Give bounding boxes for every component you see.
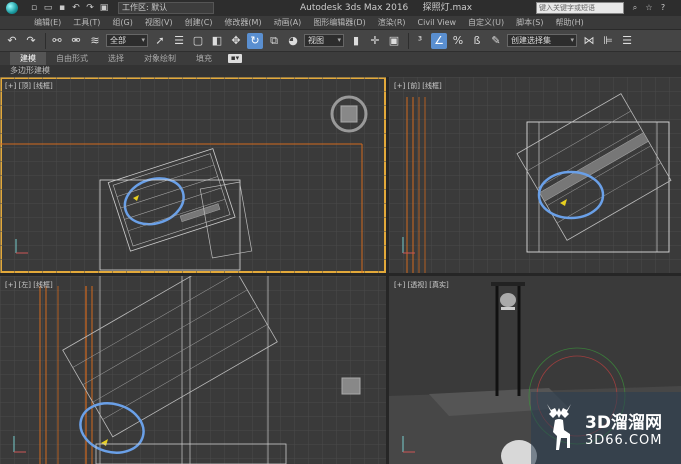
menu-customize[interactable]: 自定义(U) — [462, 17, 510, 28]
viewport-label[interactable]: [+] [左] [线框] — [5, 280, 53, 290]
menu-views[interactable]: 视图(V) — [139, 17, 179, 28]
menu-civil-view[interactable]: Civil View — [412, 18, 463, 27]
angle-snap-icon[interactable]: ∠ — [431, 32, 447, 49]
viewport-top[interactable]: [+] [顶] [线框] — [0, 77, 386, 273]
percent-snap-icon[interactable]: % — [450, 33, 466, 49]
named-selection-dropdown[interactable]: 创建选择集 — [507, 34, 577, 47]
snap-icon[interactable]: ³ — [412, 33, 428, 49]
main-toolbar: ↶ ↷ ⚯ ⚮ ≋ 全部 ➚ ☰ ▢ ◧ ✥ ↻ ⧉ ◕ 视图 ▮ ✛ ▣ ³ … — [0, 30, 681, 52]
quick-access-toolbar: ▫ ▭ ▪ ↶ ↷ ▣ — [28, 2, 110, 14]
watermark-brand: 3D溜溜网 — [585, 413, 662, 433]
viewport-label[interactable]: [+] [前] [线框] — [394, 81, 442, 91]
max-logo-icon — [6, 2, 18, 14]
open-file-icon[interactable]: ▭ — [42, 2, 54, 14]
edit-named-selection-icon[interactable]: ✎ — [488, 33, 504, 49]
placement-icon[interactable]: ◕ — [285, 33, 301, 49]
rect-region-icon[interactable]: ▢ — [190, 33, 206, 49]
new-file-icon[interactable]: ▫ — [28, 2, 40, 14]
menu-help[interactable]: 帮助(H) — [549, 17, 589, 28]
viewport-divider-vertical[interactable] — [386, 77, 389, 464]
select-icon[interactable]: ➚ — [152, 33, 168, 49]
ribbon-tabs: 建模 自由形式 选择 对象绘制 填充 ▪▾ — [0, 52, 681, 65]
viewport-front-canvas — [389, 77, 681, 273]
redo-icon[interactable]: ↷ — [23, 33, 39, 49]
menu-create[interactable]: 创建(C) — [179, 17, 219, 28]
unlink-icon[interactable]: ⚮ — [68, 33, 84, 49]
keyboard-shortcut-icon[interactable]: ▣ — [386, 33, 402, 49]
watermark: 3D溜溜网 3D66.COM — [531, 392, 681, 464]
viewport-front[interactable]: [+] [前] [线框] — [389, 77, 681, 273]
viewport-top-canvas — [0, 77, 386, 273]
spinner-snap-icon[interactable]: ß — [469, 33, 485, 49]
viewport-divider-horizontal[interactable] — [0, 273, 681, 276]
search-icon[interactable]: ⌕ — [630, 2, 640, 14]
window-crossing-icon[interactable]: ◧ — [209, 33, 225, 49]
tab-populate[interactable]: 填充 — [186, 52, 222, 65]
app-name: Autodesk 3ds Max 2016 — [300, 3, 409, 13]
tab-object-paint[interactable]: 对象绘制 — [134, 52, 186, 65]
rotate-icon[interactable]: ↻ — [247, 32, 263, 49]
ribbon-panel: 多边形建模 — [0, 65, 681, 77]
project-folder-icon[interactable]: ▣ — [98, 2, 110, 14]
save-file-icon[interactable]: ▪ — [56, 2, 68, 14]
manipulate-icon[interactable]: ✛ — [367, 33, 383, 49]
menu-tools[interactable]: 工具(T) — [67, 17, 106, 28]
deer-logo-icon — [547, 404, 571, 450]
search-input[interactable]: 键入关键字或短语 — [536, 2, 624, 14]
file-name: 探照灯.max — [422, 3, 473, 13]
select-by-name-icon[interactable]: ☰ — [171, 33, 187, 49]
align-icon[interactable]: ⊫ — [600, 33, 616, 49]
tab-freeform[interactable]: 自由形式 — [46, 52, 98, 65]
tab-selection[interactable]: 选择 — [98, 52, 134, 65]
undo-quick-icon[interactable]: ↶ — [70, 2, 82, 14]
scale-icon[interactable]: ⧉ — [266, 33, 282, 49]
title-bar: ▫ ▭ ▪ ↶ ↷ ▣ 工作区: 默认 Autodesk 3ds Max 201… — [0, 0, 681, 16]
selection-filter-dropdown[interactable]: 全部 — [106, 34, 148, 47]
undo-icon[interactable]: ↶ — [4, 33, 20, 49]
menu-modifiers[interactable]: 修改器(M) — [218, 17, 267, 28]
reference-coordinate-dropdown[interactable]: 视图 — [304, 34, 344, 47]
pivot-icon[interactable]: ▮ — [348, 33, 364, 49]
menu-group[interactable]: 组(G) — [106, 17, 138, 28]
toolbar-separator — [45, 32, 46, 49]
menu-scripting[interactable]: 脚本(S) — [510, 17, 549, 28]
title-bar-icons: ⌕ ☆ ? — [630, 2, 668, 14]
window-title: Autodesk 3ds Max 2016 探照灯.max — [300, 0, 472, 16]
viewcube-icon — [341, 377, 361, 395]
viewport-left-canvas — [0, 276, 386, 464]
toolbar-separator — [408, 32, 409, 49]
menu-bar: 编辑(E) 工具(T) 组(G) 视图(V) 创建(C) 修改器(M) 动画(A… — [0, 16, 681, 30]
menu-rendering[interactable]: 渲染(R) — [372, 17, 412, 28]
tab-modeling[interactable]: 建模 — [10, 52, 46, 65]
mirror-icon[interactable]: ⋈ — [581, 33, 597, 49]
redo-quick-icon[interactable]: ↷ — [84, 2, 96, 14]
workspace-dropdown[interactable]: 工作区: 默认 — [118, 2, 214, 14]
bind-spacewarp-icon[interactable]: ≋ — [87, 33, 103, 49]
app-logo[interactable] — [0, 0, 24, 16]
menu-animation[interactable]: 动画(A) — [268, 17, 308, 28]
link-icon[interactable]: ⚯ — [49, 33, 65, 49]
star-icon[interactable]: ☆ — [644, 2, 654, 14]
ribbon-options-icon[interactable]: ▪▾ — [228, 54, 242, 63]
menu-edit[interactable]: 编辑(E) — [28, 17, 67, 28]
viewport-left[interactable]: [+] [左] [线框] — [0, 276, 386, 464]
viewport-label[interactable]: [+] [顶] [线框] — [5, 81, 53, 91]
viewport-label[interactable]: [+] [透视] [真实] — [394, 280, 449, 290]
menu-graph-editors[interactable]: 图形编辑器(D) — [307, 17, 371, 28]
polygon-modeling-label[interactable]: 多边形建模 — [0, 66, 50, 75]
help-icon[interactable]: ? — [658, 2, 668, 14]
layer-manager-icon[interactable]: ☰ — [619, 33, 635, 49]
watermark-url: 3D66.COM — [585, 433, 663, 448]
move-icon[interactable]: ✥ — [228, 33, 244, 49]
